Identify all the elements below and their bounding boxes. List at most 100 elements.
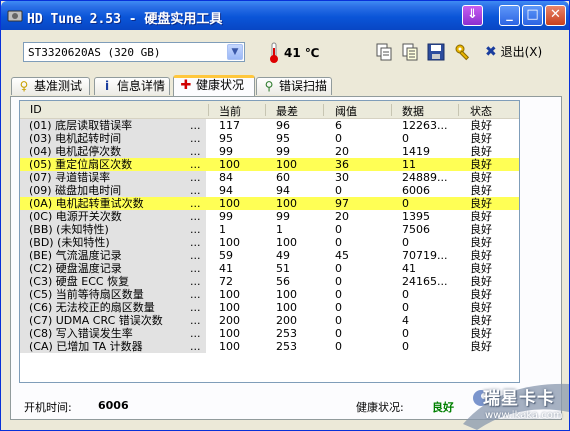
table-row[interactable]: (C7) UDMA CRC 错误次数... 200 200 0 4 良好 xyxy=(20,314,519,327)
table-row[interactable]: (C5) 当前等待扇区数量... 100 100 0 0 良好 xyxy=(20,288,519,301)
col-header-data[interactable]: 数据 xyxy=(402,103,424,119)
tab-benchmark[interactable]: ♀ 基准测试 xyxy=(11,77,90,95)
cell-status: 良好 xyxy=(470,158,492,171)
col-header-status[interactable]: 状态 xyxy=(470,103,492,119)
cell-id: (01) 底层读取错误率 xyxy=(29,119,133,132)
cell-threshold: 0 xyxy=(335,288,342,301)
copy-all-icon[interactable] xyxy=(400,42,420,62)
tab-label: 错误扫描 xyxy=(279,79,328,93)
options-keys-icon[interactable] xyxy=(453,42,473,62)
cell-current: 100 xyxy=(219,288,240,301)
table-row[interactable]: (C3) 硬盘 ECC 恢复... 72 56 0 24165... 良好 xyxy=(20,275,519,288)
table-row[interactable]: (C6) 无法校正的扇区数量... 100 100 0 0 良好 xyxy=(20,301,519,314)
cell-worst: 1 xyxy=(276,223,283,236)
cell-worst: 99 xyxy=(276,210,290,223)
cell-current: 99 xyxy=(219,145,233,158)
exit-button[interactable]: ✖ 退出(X) xyxy=(485,43,542,61)
cell-current: 100 xyxy=(219,340,240,353)
cell-status: 良好 xyxy=(470,288,492,301)
cell-worst: 253 xyxy=(276,340,297,353)
cell-status: 良好 xyxy=(470,301,492,314)
window-title: HD Tune 2.53 - 硬盘实用工具 xyxy=(27,12,223,27)
app-disk-icon xyxy=(7,10,23,22)
cell-status: 良好 xyxy=(470,171,492,184)
tab-label: 信息详情 xyxy=(117,79,166,93)
drive-select[interactable]: ST3320620AS (320 GB) ▼ xyxy=(23,42,245,62)
tab-info[interactable]: i 信息详情 xyxy=(94,77,170,95)
cell-threshold: 0 xyxy=(335,340,342,353)
copy-icon[interactable] xyxy=(374,42,394,62)
column-divider[interactable] xyxy=(265,104,266,116)
cell-threshold: 36 xyxy=(335,158,349,171)
cell-ellipsis: ... xyxy=(190,288,201,301)
cell-id: (09) 磁盘加电时间 xyxy=(29,184,122,197)
col-header-worst[interactable]: 最差 xyxy=(276,103,298,119)
table-row[interactable]: (CA) 已增加 TA 计数器... 100 253 0 0 良好 xyxy=(20,340,519,353)
cell-ellipsis: ... xyxy=(190,145,201,158)
smart-table[interactable]: ID 当前 最差 阈值 数据 状态 (01) 底层读取错误率... 117 96 6 1… xyxy=(19,100,520,383)
download-icon[interactable]: ⇓ xyxy=(462,5,483,26)
cell-worst: 100 xyxy=(276,197,297,210)
cell-threshold: 0 xyxy=(335,223,342,236)
column-divider[interactable] xyxy=(323,104,324,116)
cell-threshold: 0 xyxy=(335,236,342,249)
thermometer-icon xyxy=(270,42,278,63)
cell-id: (C6) 无法校正的扇区数量 xyxy=(29,301,155,314)
tab-label: 健康状况 xyxy=(196,78,245,92)
col-header-current[interactable]: 当前 xyxy=(219,103,241,119)
column-divider[interactable] xyxy=(208,104,209,116)
cell-id: (C2) 硬盘温度记录 xyxy=(29,262,122,275)
table-row[interactable]: (01) 底层读取错误率... 117 96 6 12263... 良好 xyxy=(20,119,519,132)
power-on-label: 开机时间: xyxy=(24,401,72,414)
table-row[interactable]: (C2) 硬盘温度记录... 41 51 0 41 良好 xyxy=(20,262,519,275)
table-row[interactable]: (BB) (未知特性)... 1 1 0 7506 良好 xyxy=(20,223,519,236)
cell-id: (C8) 写入错误发生率 xyxy=(29,327,133,340)
save-icon[interactable] xyxy=(426,42,446,62)
cell-status: 良好 xyxy=(470,145,492,158)
chevron-down-icon[interactable]: ▼ xyxy=(227,44,243,60)
cell-ellipsis: ... xyxy=(190,184,201,197)
cell-status: 良好 xyxy=(470,184,492,197)
cell-threshold: 97 xyxy=(335,197,349,210)
table-row[interactable]: (09) 磁盘加电时间... 94 94 0 6006 良好 xyxy=(20,184,519,197)
table-row[interactable]: (BE) 气流温度记录... 59 49 45 70719... 良好 xyxy=(20,249,519,262)
table-row[interactable]: (0A) 电机起转重试次数... 100 100 97 0 良好 xyxy=(20,197,519,210)
col-header-id[interactable]: ID xyxy=(30,103,42,116)
magnifier-icon: ⚲ xyxy=(264,79,274,93)
cell-current: 100 xyxy=(219,236,240,249)
cell-id: (0A) 电机起转重试次数 xyxy=(29,197,144,210)
col-header-threshold[interactable]: 阈值 xyxy=(335,103,357,119)
cell-data: 11 xyxy=(402,158,416,171)
column-divider[interactable] xyxy=(458,104,459,116)
tab-error-scan[interactable]: ⚲ 错误扫描 xyxy=(256,77,332,95)
table-row[interactable]: (BD) (未知特性)... 100 100 0 0 良好 xyxy=(20,236,519,249)
cell-worst: 56 xyxy=(276,275,290,288)
cell-ellipsis: ... xyxy=(190,236,201,249)
cell-threshold: 0 xyxy=(335,132,342,145)
table-row[interactable]: (04) 电机起停次数... 99 99 20 1419 良好 xyxy=(20,145,519,158)
table-row[interactable]: (05) 重定位扇区次数... 100 100 36 11 良好 xyxy=(20,158,519,171)
cell-ellipsis: ... xyxy=(190,171,201,184)
watermark-logo: 瑞星卡卡 www.ikaka.com xyxy=(459,376,569,430)
close-button[interactable]: ✕ xyxy=(545,5,566,26)
cell-data: 0 xyxy=(402,288,409,301)
table-row[interactable]: (03) 电机起转时间... 95 95 0 0 良好 xyxy=(20,132,519,145)
table-row[interactable]: (0C) 电源开关次数... 99 99 20 1395 良好 xyxy=(20,210,519,223)
title-bar[interactable]: HD Tune 2.53 - 硬盘实用工具 ⇓ _ □ ✕ xyxy=(1,1,569,30)
cell-status: 良好 xyxy=(470,249,492,262)
table-row[interactable]: (07) 寻道错误率... 84 60 30 24889... 良好 xyxy=(20,171,519,184)
cell-worst: 253 xyxy=(276,327,297,340)
table-row[interactable]: (C8) 写入错误发生率... 100 253 0 0 良好 xyxy=(20,327,519,340)
cell-data: 70719... xyxy=(402,249,448,262)
health-panel: ID 当前 最差 阈值 数据 状态 (01) 底层读取错误率... 117 96 6 1… xyxy=(10,96,562,420)
minimize-button[interactable]: _ xyxy=(499,5,520,26)
maximize-button[interactable]: □ xyxy=(522,5,543,26)
cell-id: (CA) 已增加 TA 计数器 xyxy=(29,340,143,353)
cell-current: 59 xyxy=(219,249,233,262)
column-divider[interactable] xyxy=(391,104,392,116)
cell-ellipsis: ... xyxy=(190,132,201,145)
cell-current: 99 xyxy=(219,210,233,223)
cell-worst: 60 xyxy=(276,171,290,184)
tab-health[interactable]: ✚ 健康状况 xyxy=(173,75,255,96)
cell-current: 94 xyxy=(219,184,233,197)
